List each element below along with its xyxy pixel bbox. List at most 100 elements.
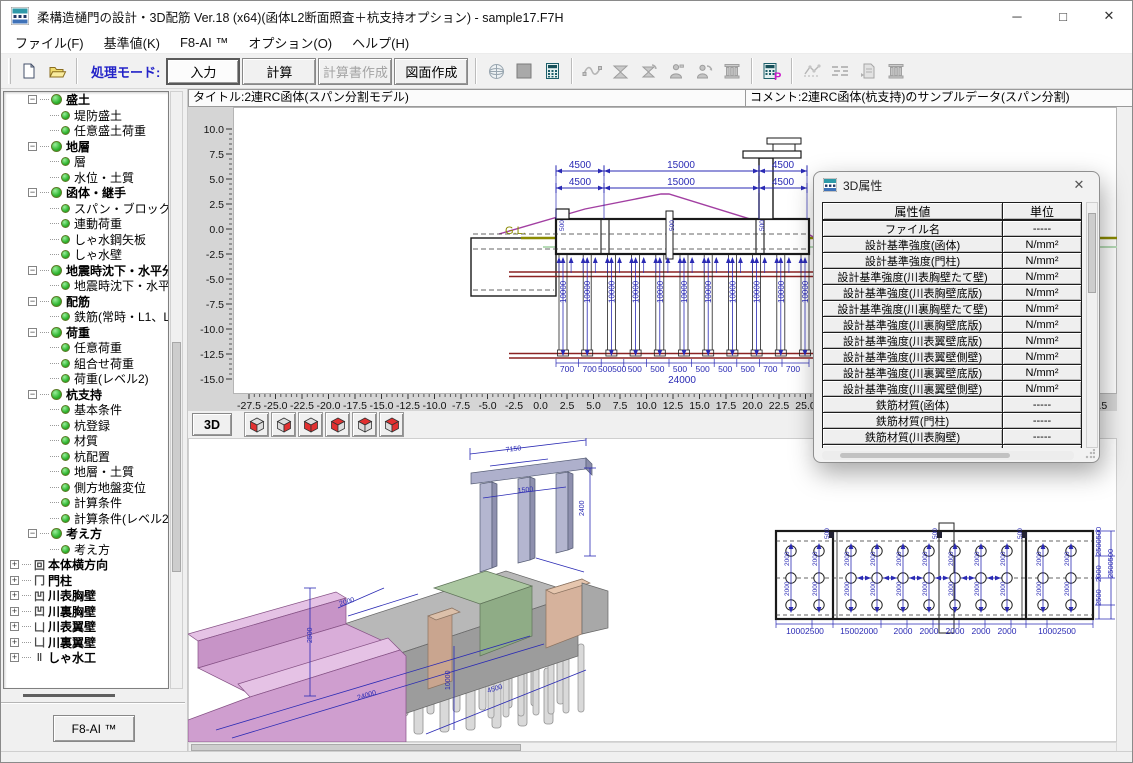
tree-item[interactable]: −地層	[4, 139, 168, 155]
tree-item[interactable]: 層	[4, 154, 168, 170]
report-button[interactable]	[854, 57, 882, 85]
layer-lines-button[interactable]	[826, 57, 854, 85]
3d-toggle-button[interactable]: 3D	[192, 413, 232, 436]
tree-item[interactable]: 堤防盛土	[4, 108, 168, 124]
minimize-button[interactable]: ─	[994, 1, 1040, 31]
section-check-2-button[interactable]	[634, 57, 662, 85]
attribute-row[interactable]: 鉄筋材質(門柱)-----	[822, 412, 1082, 429]
menu-item-4[interactable]: ヘルプ(H)	[342, 31, 419, 54]
view-cube-bottom[interactable]	[379, 412, 404, 437]
view-cube-front[interactable]	[244, 412, 269, 437]
tree-item[interactable]: 鉄筋(常時・L1、L2	[4, 309, 168, 325]
tree-item[interactable]: −考え方	[4, 526, 168, 542]
tree-expand-icon[interactable]: −	[28, 297, 37, 306]
tree-expand-icon[interactable]: +	[10, 653, 19, 662]
tree-item[interactable]: 杭配置	[4, 449, 168, 465]
solid-view-button[interactable]	[510, 57, 538, 85]
tree-vertical-scrollbar[interactable]	[170, 91, 183, 689]
pile-calculator-button[interactable]: P	[758, 57, 786, 85]
attribute-row[interactable]: 設計基準強度(函体)N/mm²	[822, 236, 1082, 253]
tree-item[interactable]: −地震時沈下・水平分	[4, 263, 168, 279]
attribute-row[interactable]: 設計基準強度(門柱)N/mm²	[822, 252, 1082, 269]
tree-item[interactable]: 材質	[4, 433, 168, 449]
mode-button-計算[interactable]: 計算	[242, 58, 316, 85]
tree-item[interactable]: +回本体横方向	[4, 557, 168, 573]
attribute-row[interactable]: 設計基準強度(川表翼壁側壁)N/mm²	[822, 348, 1082, 365]
tree-item[interactable]: −荷重	[4, 325, 168, 341]
attribute-row[interactable]	[822, 444, 1082, 448]
f8-ai-button[interactable]: F8-AI ™	[53, 715, 135, 742]
scrollbar-thumb[interactable]	[840, 453, 1010, 458]
tree-item[interactable]: 地層・土質	[4, 464, 168, 480]
view-cube-top[interactable]	[352, 412, 377, 437]
tree-expand-icon[interactable]: +	[10, 576, 19, 585]
tree-item[interactable]: −函体・継手	[4, 185, 168, 201]
close-button[interactable]: ✕	[1086, 1, 1132, 31]
dialog-close-icon[interactable]: ✕	[1068, 177, 1090, 193]
displacement-curve-button[interactable]	[578, 57, 606, 85]
menu-item-3[interactable]: オプション(O)	[238, 31, 342, 54]
tree-expand-icon[interactable]: +	[10, 607, 19, 616]
tree-expand-icon[interactable]: −	[28, 328, 37, 337]
tree-expand-icon[interactable]: −	[28, 142, 37, 151]
plan-view-canvas[interactable]: 2000200020002000200020002000200020002000…	[751, 438, 1117, 742]
tree-item[interactable]: 基本条件	[4, 402, 168, 418]
tree-item[interactable]: 任意盛土荷重	[4, 123, 168, 139]
tree-item[interactable]: +凵川表翼壁	[4, 619, 168, 635]
menu-item-0[interactable]: ファイル(F)	[5, 31, 94, 54]
maximize-button[interactable]: □	[1040, 1, 1086, 31]
tree-item[interactable]: +凹川表胸壁	[4, 588, 168, 604]
tree-item[interactable]: +凵川裏翼壁	[4, 635, 168, 651]
menu-item-1[interactable]: 基準値(K)	[94, 31, 170, 54]
tree-expand-icon[interactable]: −	[28, 529, 37, 538]
tree-expand-icon[interactable]: −	[28, 390, 37, 399]
mode-button-計算書作成[interactable]: 計算書作成	[318, 58, 392, 85]
attribute-row[interactable]: 設計基準強度(川表翼壁底版)N/mm²	[822, 332, 1082, 349]
tree-item[interactable]: 任意荷重	[4, 340, 168, 356]
scrollbar-thumb[interactable]	[1088, 213, 1096, 293]
attribute-row[interactable]: 鉄筋材質(函体)-----	[822, 396, 1082, 413]
tree-item[interactable]: −盛土	[4, 92, 168, 108]
tree-item[interactable]: −配筋	[4, 294, 168, 310]
tree-expand-icon[interactable]: −	[28, 266, 37, 275]
tree-item[interactable]: +凹川裏胸壁	[4, 604, 168, 620]
pillar-design-button[interactable]	[718, 57, 746, 85]
section-check-button[interactable]	[606, 57, 634, 85]
tree-expand-icon[interactable]: −	[28, 188, 37, 197]
menu-item-2[interactable]: F8-AI ™	[170, 33, 238, 52]
scrollbar-thumb[interactable]	[172, 342, 181, 572]
mode-button-図面作成[interactable]: 図面作成	[394, 58, 468, 85]
view-cube-back[interactable]	[325, 412, 350, 437]
attribute-row[interactable]: 設計基準強度(川表胸壁たて壁)N/mm²	[822, 268, 1082, 285]
tree-expand-icon[interactable]: +	[10, 622, 19, 631]
3d-view-canvas[interactable]: 7150150024002000250010000240004500	[188, 438, 751, 742]
scrollbar-thumb[interactable]	[191, 744, 521, 751]
engineer-update-button[interactable]	[690, 57, 718, 85]
tree-item[interactable]: 計算条件	[4, 495, 168, 511]
tree-item[interactable]: 組合せ荷重	[4, 356, 168, 372]
attribute-row[interactable]: 設計基準強度(川表胸壁底版)N/mm²	[822, 284, 1082, 301]
tree-item[interactable]: 計算条件(レベル2	[4, 511, 168, 527]
tree-item[interactable]: 考え方	[4, 542, 168, 558]
pillar-report-button[interactable]	[882, 57, 910, 85]
attribute-row[interactable]: 鉄筋材質(川表胸壁)-----	[822, 428, 1082, 445]
dialog-resize-grip[interactable]	[1085, 449, 1095, 459]
tree-item[interactable]: 連動荷重	[4, 216, 168, 232]
new-file-button[interactable]	[15, 57, 43, 85]
tree-item[interactable]: −杭支持	[4, 387, 168, 403]
tree-expand-icon[interactable]: +	[10, 591, 19, 600]
tree-item[interactable]: 地震時沈下・水平	[4, 278, 168, 294]
view-cube-right[interactable]	[271, 412, 296, 437]
mode-button-入力[interactable]: 入力	[166, 58, 240, 85]
dialog-title-bar[interactable]: 3D属性 ✕	[814, 172, 1099, 198]
view-cube-left[interactable]	[298, 412, 323, 437]
attribute-row[interactable]: 設計基準強度(川裏胸壁底版)N/mm²	[822, 316, 1082, 333]
tree-expand-icon[interactable]: +	[10, 560, 19, 569]
tree-item[interactable]: +‖しゃ水工	[4, 650, 168, 666]
tree-expand-icon[interactable]: −	[28, 95, 37, 104]
tree-item[interactable]: しゃ水壁	[4, 247, 168, 263]
dialog-vertical-scrollbar[interactable]	[1086, 202, 1098, 448]
tree-horizontal-scrollbar[interactable]	[3, 690, 183, 701]
dialog-horizontal-scrollbar[interactable]	[822, 451, 1074, 460]
tree-item[interactable]: しゃ水鋼矢板	[4, 232, 168, 248]
